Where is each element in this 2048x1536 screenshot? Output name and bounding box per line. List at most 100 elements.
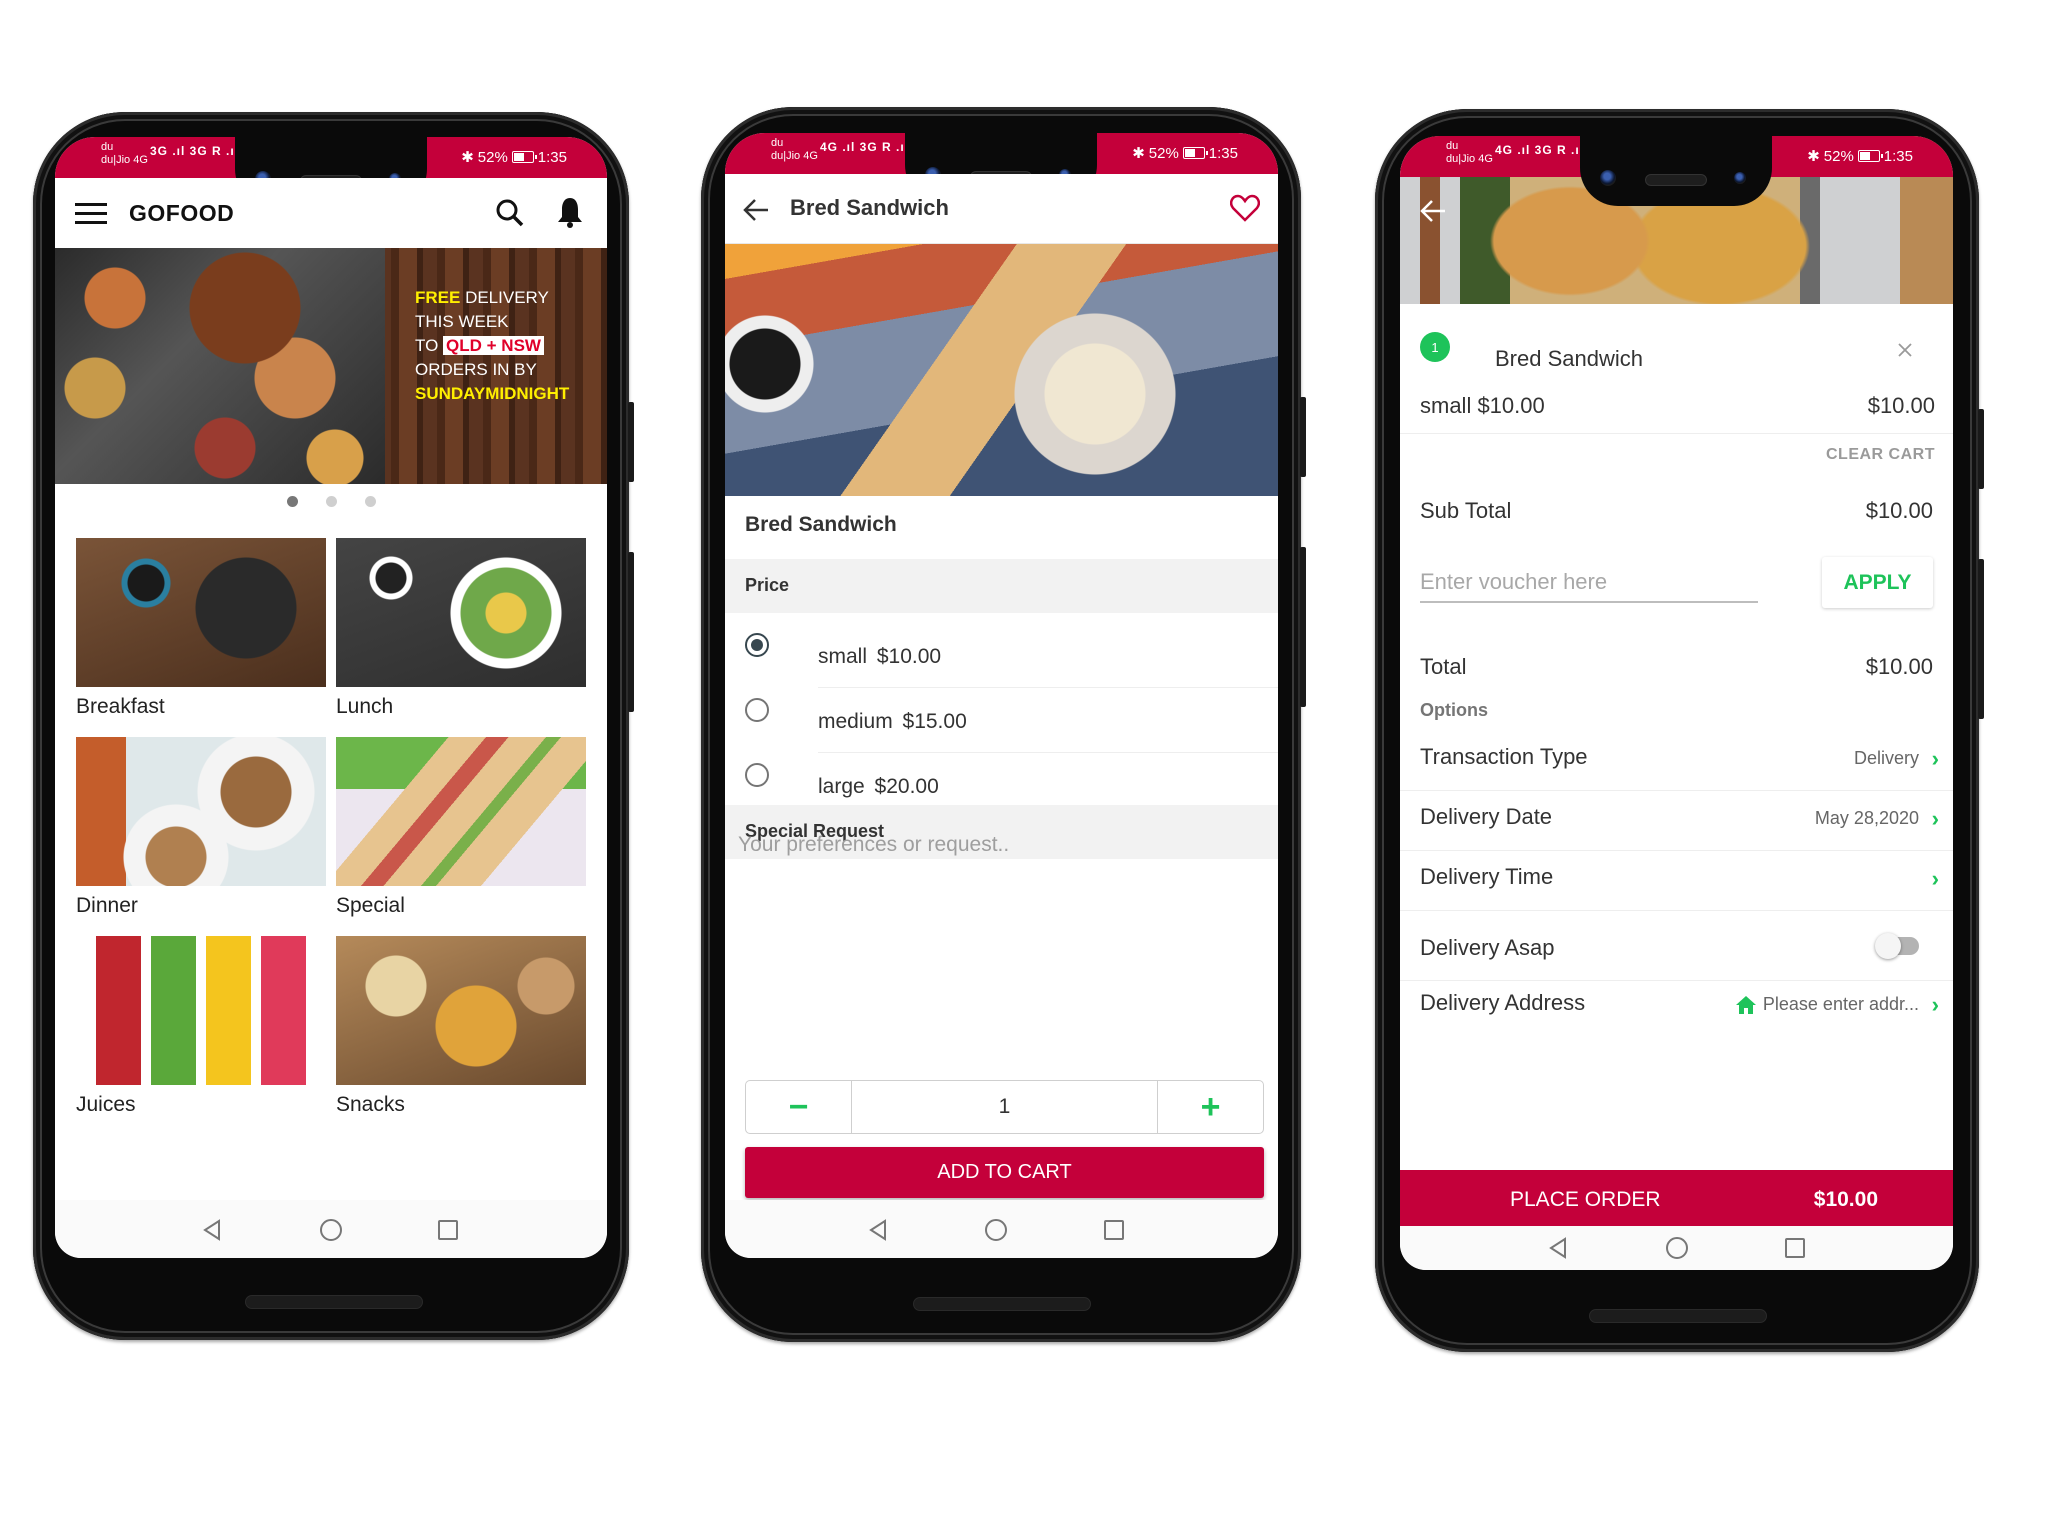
chevron-right-icon: › xyxy=(1931,806,1939,831)
clear-cart-button[interactable]: CLEAR CART xyxy=(1826,446,1935,464)
app-bar: GOFOOD xyxy=(55,178,607,248)
quantity-stepper: − 1 + xyxy=(745,1080,1264,1134)
volume-button xyxy=(1978,559,1984,719)
home-nav-icon[interactable] xyxy=(319,1218,343,1242)
carousel-dot-1[interactable] xyxy=(286,496,298,507)
decrease-quantity-button[interactable]: − xyxy=(746,1081,851,1133)
recents-nav-icon[interactable] xyxy=(1102,1218,1126,1242)
status-right: ✱ 52% 1:35 xyxy=(461,148,567,167)
apply-voucher-button[interactable]: APPLY xyxy=(1822,557,1933,608)
status-right: ✱ 52% 1:35 xyxy=(1807,147,1913,166)
power-button xyxy=(1300,397,1306,477)
camera-notch xyxy=(1580,136,1772,206)
phone-cart: du du|Jio 4G 4G .ıl 3G R .ıl ✱ 52% 1:35 … xyxy=(1375,109,1984,1352)
delivery-asap-row: Delivery Asap xyxy=(1420,921,1939,981)
size-option-small[interactable]: small $10.00 xyxy=(725,623,1278,688)
chevron-right-icon: › xyxy=(1931,866,1939,891)
battery-percent: 52% xyxy=(1823,147,1854,165)
power-button xyxy=(1978,409,1984,489)
chevron-right-icon: › xyxy=(1931,746,1939,771)
search-icon[interactable] xyxy=(495,198,525,228)
recents-nav-icon[interactable] xyxy=(1783,1236,1807,1260)
page-title: Bred Sandwich xyxy=(790,195,949,220)
breakfast-image xyxy=(76,538,326,687)
back-arrow-icon[interactable] xyxy=(743,198,769,222)
battery-percent: 52% xyxy=(1148,144,1179,162)
delivery-asap-toggle[interactable] xyxy=(1875,933,1919,959)
cart-item-row: small $10.00 $10.00 xyxy=(1420,393,1935,418)
bell-icon[interactable] xyxy=(557,196,583,228)
system-nav-bar xyxy=(1400,1226,1953,1270)
app-bar: Bred Sandwich xyxy=(725,174,1278,244)
size-option-medium[interactable]: medium $15.00 xyxy=(725,688,1278,753)
delivery-address-row[interactable]: Delivery Address Please enter addr... › xyxy=(1420,976,1939,1036)
system-nav-bar xyxy=(725,1200,1278,1258)
carrier-info: du du|Jio 4G xyxy=(1446,140,1493,165)
clock: 1:35 xyxy=(1883,147,1913,165)
cart-item-name: Bred Sandwich xyxy=(1495,346,1643,371)
delivery-time-row[interactable]: Delivery Time › xyxy=(1420,850,1939,910)
remove-item-close-icon[interactable] xyxy=(1897,342,1913,358)
options-label: Options xyxy=(1420,700,1488,720)
back-nav-icon[interactable] xyxy=(1546,1236,1570,1260)
total-row: Total $10.00 xyxy=(1420,654,1933,679)
category-special[interactable]: Special xyxy=(336,737,586,918)
delivery-date-row[interactable]: Delivery Date May 28,2020 › xyxy=(1420,790,1939,850)
quantity-value[interactable]: 1 xyxy=(851,1081,1158,1133)
increase-quantity-button[interactable]: + xyxy=(1158,1081,1263,1133)
category-dinner[interactable]: Dinner xyxy=(76,737,326,918)
status-right: ✱ 52% 1:35 xyxy=(1132,144,1238,163)
carousel-indicator xyxy=(55,496,607,507)
carousel-dot-3[interactable] xyxy=(364,496,376,507)
order-total: $10.00 xyxy=(1813,1188,1878,1211)
voucher-input[interactable]: Enter voucher here xyxy=(1420,567,1758,603)
home-nav-icon[interactable] xyxy=(1665,1236,1689,1260)
front-camera xyxy=(1600,170,1616,186)
carousel-dot-2[interactable] xyxy=(325,496,337,507)
special-request-input[interactable]: Your preferences or request.. xyxy=(738,833,1009,857)
battery-icon xyxy=(511,151,537,163)
signal-icon: 4G .ıl 3G R .ıl xyxy=(1495,143,1585,157)
place-order-button[interactable]: PLACE ORDER $10.00 xyxy=(1400,1170,1953,1226)
system-nav-bar xyxy=(55,1200,607,1258)
item-hero-image xyxy=(725,244,1278,496)
radio-small[interactable] xyxy=(745,633,769,657)
promo-banner[interactable]: FREE DELIVERY THIS WEEK TO QLD + NSW ORD… xyxy=(55,248,607,484)
bottom-speaker xyxy=(913,1297,1091,1311)
earpiece xyxy=(1645,174,1707,186)
battery-percent: 52% xyxy=(477,148,508,166)
lunch-image xyxy=(336,538,586,687)
carrier-info: du du|Jio 4G xyxy=(101,141,148,166)
phone-home: du du|Jio 4G 3G .ıl 3G R .ıl ✱ 52% 1:35 … xyxy=(33,112,634,1340)
screen-cart: du du|Jio 4G 4G .ıl 3G R .ıl ✱ 52% 1:35 … xyxy=(1400,136,1953,1270)
signal-icon: 3G .ıl 3G R .ıl xyxy=(150,144,240,158)
back-arrow-icon[interactable] xyxy=(1420,198,1446,224)
bluetooth-icon: ✱ xyxy=(1807,148,1820,165)
signal-icon: 4G .ıl 3G R .ıl xyxy=(820,140,910,154)
radio-large[interactable] xyxy=(745,763,769,787)
home-nav-icon[interactable] xyxy=(984,1218,1008,1242)
add-to-cart-button[interactable]: ADD TO CART xyxy=(745,1147,1264,1198)
favorite-heart-icon[interactable] xyxy=(1230,194,1260,222)
volume-button xyxy=(628,552,634,712)
dinner-image xyxy=(76,737,326,886)
hamburger-icon[interactable] xyxy=(75,202,107,226)
divider xyxy=(1400,910,1953,911)
power-button xyxy=(628,402,634,482)
bluetooth-icon: ✱ xyxy=(461,149,474,166)
chevron-right-icon: › xyxy=(1931,992,1939,1017)
radio-medium[interactable] xyxy=(745,698,769,722)
phone-item: du du|Jio 4G 4G .ıl 3G R .ıl ✱ 52% 1:35 … xyxy=(701,107,1306,1342)
category-juices[interactable]: Juices xyxy=(76,936,326,1117)
back-nav-icon[interactable] xyxy=(200,1218,224,1242)
transaction-type-row[interactable]: Transaction Type Delivery › xyxy=(1420,730,1939,790)
juices-image xyxy=(76,936,326,1085)
category-breakfast[interactable]: Breakfast xyxy=(76,538,326,719)
category-lunch[interactable]: Lunch xyxy=(336,538,586,719)
snacks-image xyxy=(336,936,586,1085)
category-snacks[interactable]: Snacks xyxy=(336,936,586,1117)
price-section-header: Price xyxy=(725,559,1278,613)
item-count-badge: 1 xyxy=(1420,332,1450,362)
recents-nav-icon[interactable] xyxy=(436,1218,460,1242)
back-nav-icon[interactable] xyxy=(866,1218,890,1242)
